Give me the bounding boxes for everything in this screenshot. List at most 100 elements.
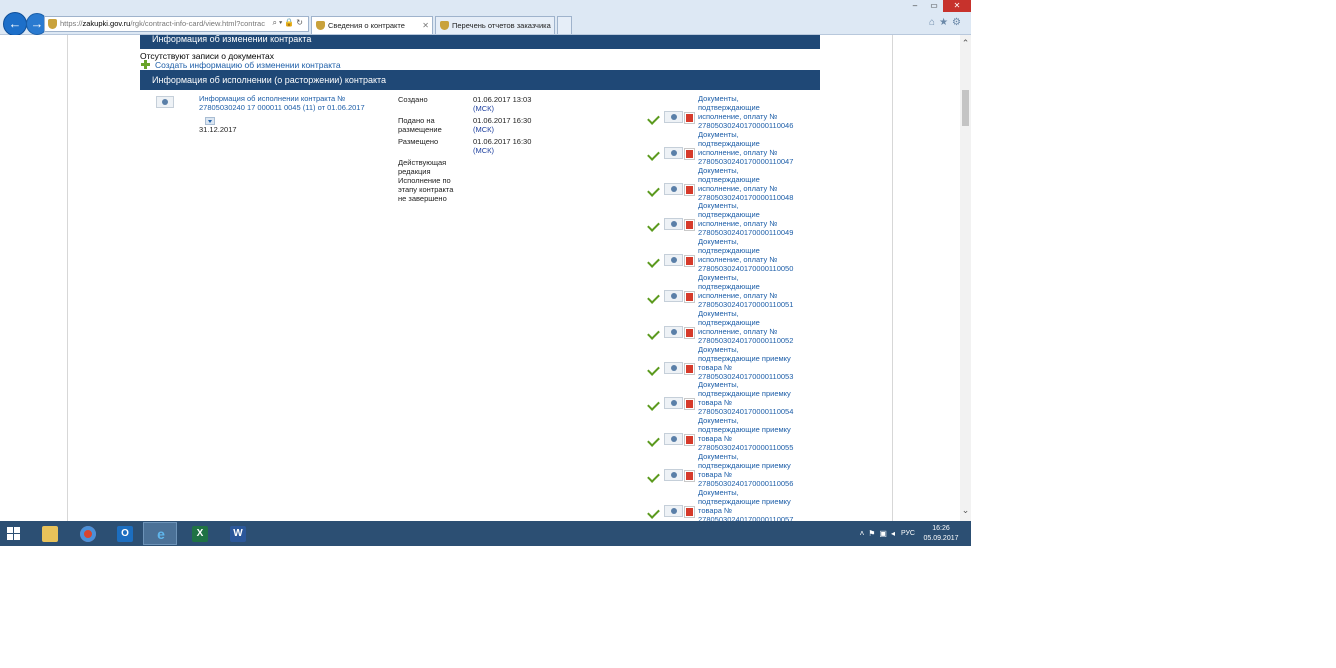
certificate-icon[interactable]: [664, 111, 683, 123]
document-row: Документы, подтверждающие исполнение, оп…: [640, 309, 820, 345]
file-explorer-icon[interactable]: [32, 522, 66, 545]
signed-checkmark-icon: [647, 255, 660, 269]
chrome-icon[interactable]: [70, 522, 104, 545]
settings-icon[interactable]: ⚙: [952, 17, 965, 28]
internet-explorer-icon[interactable]: e: [143, 522, 177, 545]
pdf-icon[interactable]: [684, 362, 695, 375]
pdf-icon[interactable]: [684, 219, 695, 232]
created-value: 01.06.2017 13:03 (МСК): [473, 95, 532, 113]
signed-checkmark-icon: [647, 183, 660, 197]
pdf-icon[interactable]: [684, 434, 695, 447]
tab-label: Сведения о контракте: [328, 21, 405, 30]
address-bar[interactable]: https://zakupki.gov.ru/rgk/contract-info…: [44, 16, 309, 32]
address-url: https://zakupki.gov.ru/rgk/contract-info…: [60, 19, 265, 28]
published-label: Размещено: [398, 137, 439, 146]
show-hidden-icons-icon[interactable]: ˄: [860, 529, 869, 538]
document-row: Документы, подтверждающие приемку товара…: [640, 416, 820, 452]
address-tools-icons[interactable]: ⌕▾🔒↻: [272, 18, 305, 28]
pdf-icon[interactable]: [684, 112, 695, 124]
certificate-icon[interactable]: [664, 469, 683, 481]
network-flag-icon[interactable]: ⚑: [868, 529, 879, 538]
document-row: Документы, подтверждающие приемку товара…: [640, 452, 820, 488]
expand-toggle-icon[interactable]: [205, 117, 215, 125]
browser-toolbar: ← → https://zakupki.gov.ru/rgk/contract-…: [0, 0, 971, 36]
pdf-icon[interactable]: [684, 291, 695, 303]
restore-button[interactable]: ▭: [925, 0, 943, 12]
certificate-icon[interactable]: [664, 290, 683, 302]
signed-checkmark-icon: [647, 219, 660, 233]
favorites-icon[interactable]: ★: [939, 17, 952, 28]
document-link[interactable]: Документы, подтверждающие исполнение, оп…: [698, 130, 798, 166]
document-link[interactable]: Документы, подтверждающие исполнение, оп…: [698, 201, 798, 237]
tab-contract-info[interactable]: Сведения о контракте ✕: [311, 16, 433, 34]
pdf-icon[interactable]: [684, 147, 695, 160]
site-shield-icon: [48, 19, 57, 29]
scroll-thumb[interactable]: [962, 90, 969, 126]
signed-checkmark-icon: [647, 112, 660, 125]
certificate-icon[interactable]: [664, 504, 683, 517]
close-tab-icon[interactable]: ✕: [422, 17, 429, 34]
certificate-icon[interactable]: [664, 182, 683, 195]
document-row: Документы, подтверждающие исполнение, оп…: [640, 273, 820, 309]
tab-label: Перечень отчетов заказчика: [452, 21, 551, 30]
certificate-icon[interactable]: [664, 254, 683, 267]
new-tab-button[interactable]: [557, 16, 572, 34]
language-indicator[interactable]: РУС: [901, 530, 915, 537]
signed-checkmark-icon: [647, 434, 660, 448]
certificate-icon[interactable]: [664, 361, 683, 374]
certificate-icon[interactable]: [156, 96, 174, 108]
emblem-icon: [440, 21, 449, 30]
document-link[interactable]: Документы, подтверждающие приемку товара…: [698, 380, 798, 416]
pdf-icon[interactable]: [684, 255, 695, 268]
document-link[interactable]: Документы, подтверждающие приемку товара…: [698, 416, 798, 452]
pdf-icon[interactable]: [684, 398, 695, 411]
execution-info-link[interactable]: Информация об исполнении контракта № 278…: [199, 94, 379, 112]
certificate-icon[interactable]: [664, 146, 683, 159]
document-link[interactable]: Документы, подтверждающие исполнение, оп…: [698, 237, 798, 273]
document-row: Документы, подтверждающие исполнение, оп…: [640, 94, 820, 130]
document-link[interactable]: Документы, подтверждающие приемку товара…: [698, 488, 798, 521]
create-change-link[interactable]: Создать информацию об изменении контракт…: [141, 60, 341, 70]
signed-checkmark-icon: [647, 362, 660, 376]
signed-checkmark-icon: [647, 470, 660, 483]
create-change-label: Создать информацию об изменении контракт…: [155, 60, 341, 70]
document-link[interactable]: Документы, подтверждающие исполнение, оп…: [698, 309, 798, 345]
network-icon[interactable]: ▣: [879, 529, 891, 538]
changes-section-header: Информация об изменении контракта: [140, 35, 820, 49]
scroll-down-arrow-icon[interactable]: ⌄: [960, 505, 971, 516]
signed-checkmark-icon: [647, 398, 660, 412]
pdf-icon[interactable]: [684, 183, 695, 196]
tray-icons[interactable]: ˄⚑▣◂: [860, 529, 899, 538]
document-row: Документы, подтверждающие приемку товара…: [640, 488, 820, 521]
document-link[interactable]: Документы, подтверждающие приемку товара…: [698, 452, 798, 488]
document-link[interactable]: Документы, подтверждающие исполнение, оп…: [698, 166, 798, 202]
document-row: Документы, подтверждающие исполнение, оп…: [640, 166, 820, 202]
windows-start-icon[interactable]: [7, 527, 21, 541]
document-link[interactable]: Документы, подтверждающие приемку товара…: [698, 345, 798, 381]
document-row: Документы, подтверждающие исполнение, оп…: [640, 237, 820, 273]
execution-date: 31.12.2017: [199, 125, 237, 134]
certificate-icon[interactable]: [664, 218, 683, 231]
home-icon[interactable]: ⌂: [929, 17, 939, 28]
created-label: Создано: [398, 95, 428, 104]
certificate-icon[interactable]: [664, 325, 683, 338]
tab-customer-reports[interactable]: Перечень отчетов заказчика: [435, 16, 555, 34]
signed-checkmark-icon: [647, 147, 660, 161]
close-window-button[interactable]: ✕: [943, 0, 971, 12]
document-link[interactable]: Документы, подтверждающие исполнение, оп…: [698, 273, 798, 309]
outlook-icon[interactable]: O: [107, 522, 141, 545]
pdf-icon[interactable]: [684, 326, 695, 339]
pdf-icon[interactable]: [684, 505, 695, 518]
document-link[interactable]: Документы, подтверждающие исполнение, оп…: [698, 94, 798, 130]
volume-icon[interactable]: ◂: [891, 529, 899, 538]
scroll-up-arrow-icon[interactable]: ⌃: [960, 38, 971, 49]
certificate-icon[interactable]: [664, 433, 683, 446]
excel-icon[interactable]: X: [182, 522, 216, 545]
vertical-scrollbar[interactable]: ⌃ ⌄: [960, 35, 971, 521]
back-button[interactable]: ←: [3, 12, 27, 36]
clock[interactable]: 16:26 05.09.2017: [923, 524, 959, 544]
word-icon[interactable]: W: [220, 522, 254, 545]
pdf-icon[interactable]: [684, 470, 695, 482]
minimize-button[interactable]: –: [905, 0, 925, 12]
certificate-icon[interactable]: [664, 397, 683, 410]
